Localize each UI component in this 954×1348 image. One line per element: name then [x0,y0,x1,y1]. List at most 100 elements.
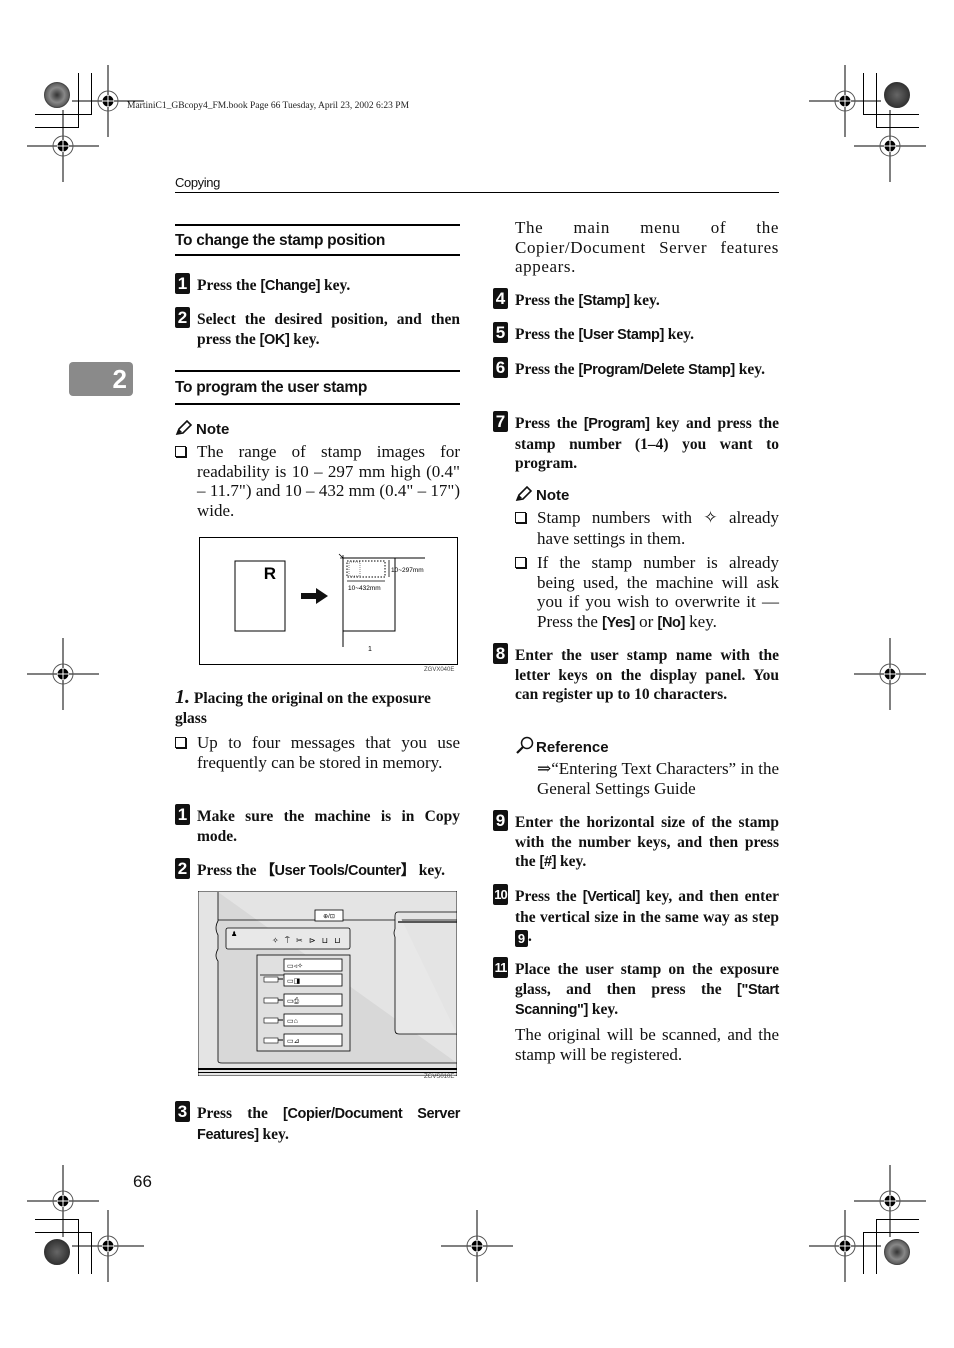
outro-text: The original will be scanned, and the st… [515,1025,779,1064]
step-number: 2 [175,307,190,328]
step-number: 5 [493,322,508,343]
key-label: 【User Tools/Counter】 [260,863,415,879]
step-number: 10 [493,884,508,905]
note-text: The range of stamp images for readabilit… [197,442,460,520]
stamp-range-figure: R 10~297mm 10~432mm 1 [199,537,458,665]
step-number: 1 [175,804,190,825]
step-number: 8 [493,643,508,664]
reference-label: Reference [536,739,609,756]
color-swatch-icon [44,82,70,108]
step-text: key. [320,277,351,294]
step-text: Press the [515,326,579,343]
section-heading-program-stamp: To program the user stamp [175,370,460,405]
note-heading: Note [515,485,569,506]
step-text: . [528,928,532,945]
note-item: The range of stamp images for readabilit… [175,442,460,520]
reference-heading: Reference [515,736,609,758]
step-text: Make sure the machine is in Copy mode. [197,808,460,845]
note-item: Stamp numbers with ✧ already have settin… [515,508,779,548]
pencil-icon [515,485,533,506]
note-text: or [634,611,658,631]
control-panel-figure: ⊕/⊡ ♟ ✧ ⍑ ✂ ⊳ ⊔ ⊔ ▭◃✧ ▭◨ ▭⎙ ▭⌂ ▭⊿ [198,891,457,1076]
registration-mark [26,1164,100,1238]
subsection-item: Up to four messages that you use frequen… [175,733,460,772]
intro-text: The main menu of the Copier/Document Ser… [515,218,779,277]
step-1-copy-mode: 1 Make sure the machine is in Copy mode. [175,804,460,846]
registration-mark [71,1209,145,1283]
step-text: Enter the user stamp name with the lette… [515,647,779,703]
step-number: 11 [493,957,508,978]
subsection-number: 1. [175,686,190,708]
step-4-stamp: 4 Press the [Stamp] key. [493,288,779,312]
step-text: Press the [197,862,261,879]
step-number: 7 [493,411,508,432]
control-panel-illustration: ⊕/⊡ ♟ ✧ ⍑ ✂ ⊳ ⊔ ⊔ ▭◃✧ ▭◨ ▭⎙ ▭⌂ ▭⊿ [198,891,457,1076]
checkbox-bullet-icon [175,737,186,748]
step-reference-badge: 9 [515,930,528,947]
pencil-icon [175,419,193,440]
key-label: [OK] [259,331,290,348]
registration-mark [26,109,100,183]
step-10-vertical-size: 10 Press the [Vertical] key, and then en… [493,884,779,947]
registration-mark [853,637,927,711]
running-head: Copying [175,175,220,190]
key-label: [Yes] [602,614,635,631]
registration-mark [808,1209,882,1283]
registration-mark [440,1209,514,1283]
book-header: MartiniC1_GBcopy4_FM.book Page 66 Tuesda… [127,101,410,111]
svg-text:▭⌂: ▭⌂ [287,1018,298,1025]
magnifier-icon [515,736,534,758]
step-text: Press the [515,361,579,378]
step-text: Press the [515,415,584,432]
svg-text:▭◃✧: ▭◃✧ [287,962,303,970]
key-label: [Program] [583,416,650,432]
step-text: key. [556,853,587,870]
step-1-change: 1 Press the [Change] key. [175,273,460,297]
step-number: 4 [493,288,508,309]
color-swatch-icon [44,1239,70,1265]
step-text: key. [289,330,320,348]
key-label: [#] [539,854,557,870]
registration-marks [26,64,927,1283]
note-item: If the stamp number is already being use… [515,553,779,633]
stamp-area [346,560,386,578]
key-label: [Program/Delete Stamp] [578,362,735,378]
figure-id: ZGVS010E [424,1074,455,1080]
step-text: key. [734,361,765,378]
key-label: [User Stamp] [578,327,664,343]
settings-diamond-icon: ✧ [703,508,718,528]
height-range-label: 10~297mm [391,567,424,574]
callout-number: 1 [368,646,372,653]
step-text: Press the [515,292,579,309]
step-8-stamp-name: 8 Enter the user stamp name with the let… [493,643,779,705]
original-sheet [234,560,286,632]
step-text: Press the [197,277,261,294]
step-7-program: 7 Press the [Program] key and press the … [493,411,779,474]
original-letter: R [264,564,276,583]
step-3-copier-features: 3 Press the [Copier/Document Server Feat… [175,1101,460,1145]
step-11-start-scanning: 11 Place the user stamp on the exposure … [493,957,779,1021]
reference-link[interactable]: ⇒“Entering Text Characters” in the Gener… [537,759,779,798]
width-range-label: 10~432mm [348,585,381,592]
svg-text:▭⊿: ▭⊿ [287,1038,299,1045]
key-label: [Stamp] [578,293,630,309]
registration-mark [853,1164,927,1238]
step-text: key. [663,326,695,343]
note-text: Stamp numbers with [537,508,704,527]
step-9-horizontal-size: 9 Enter the horizontal size of the stamp… [493,810,779,873]
key-label: [Vertical] [582,889,641,905]
svg-text:▭◨: ▭◨ [287,978,300,985]
note-label: Note [196,421,230,438]
checkbox-bullet-icon [515,512,526,523]
header-rule [175,192,779,193]
checkbox-bullet-icon [515,557,526,568]
step-2-user-tools: 2 Press the 【User Tools/Counter】 key. [175,858,465,882]
step-5-user-stamp: 5 Press the [User Stamp] key. [493,322,779,346]
step-text: key. [629,292,660,309]
subsection-placing-original: 1. Placing the original on the exposure … [175,686,460,728]
step-number: 6 [493,357,508,378]
stamp-range-diagram: R 10~297mm 10~432mm 1 [234,553,425,653]
step-text: key. [587,1001,619,1018]
step-text: Press the [197,1105,284,1122]
checkbox-bullet-icon [175,446,186,457]
